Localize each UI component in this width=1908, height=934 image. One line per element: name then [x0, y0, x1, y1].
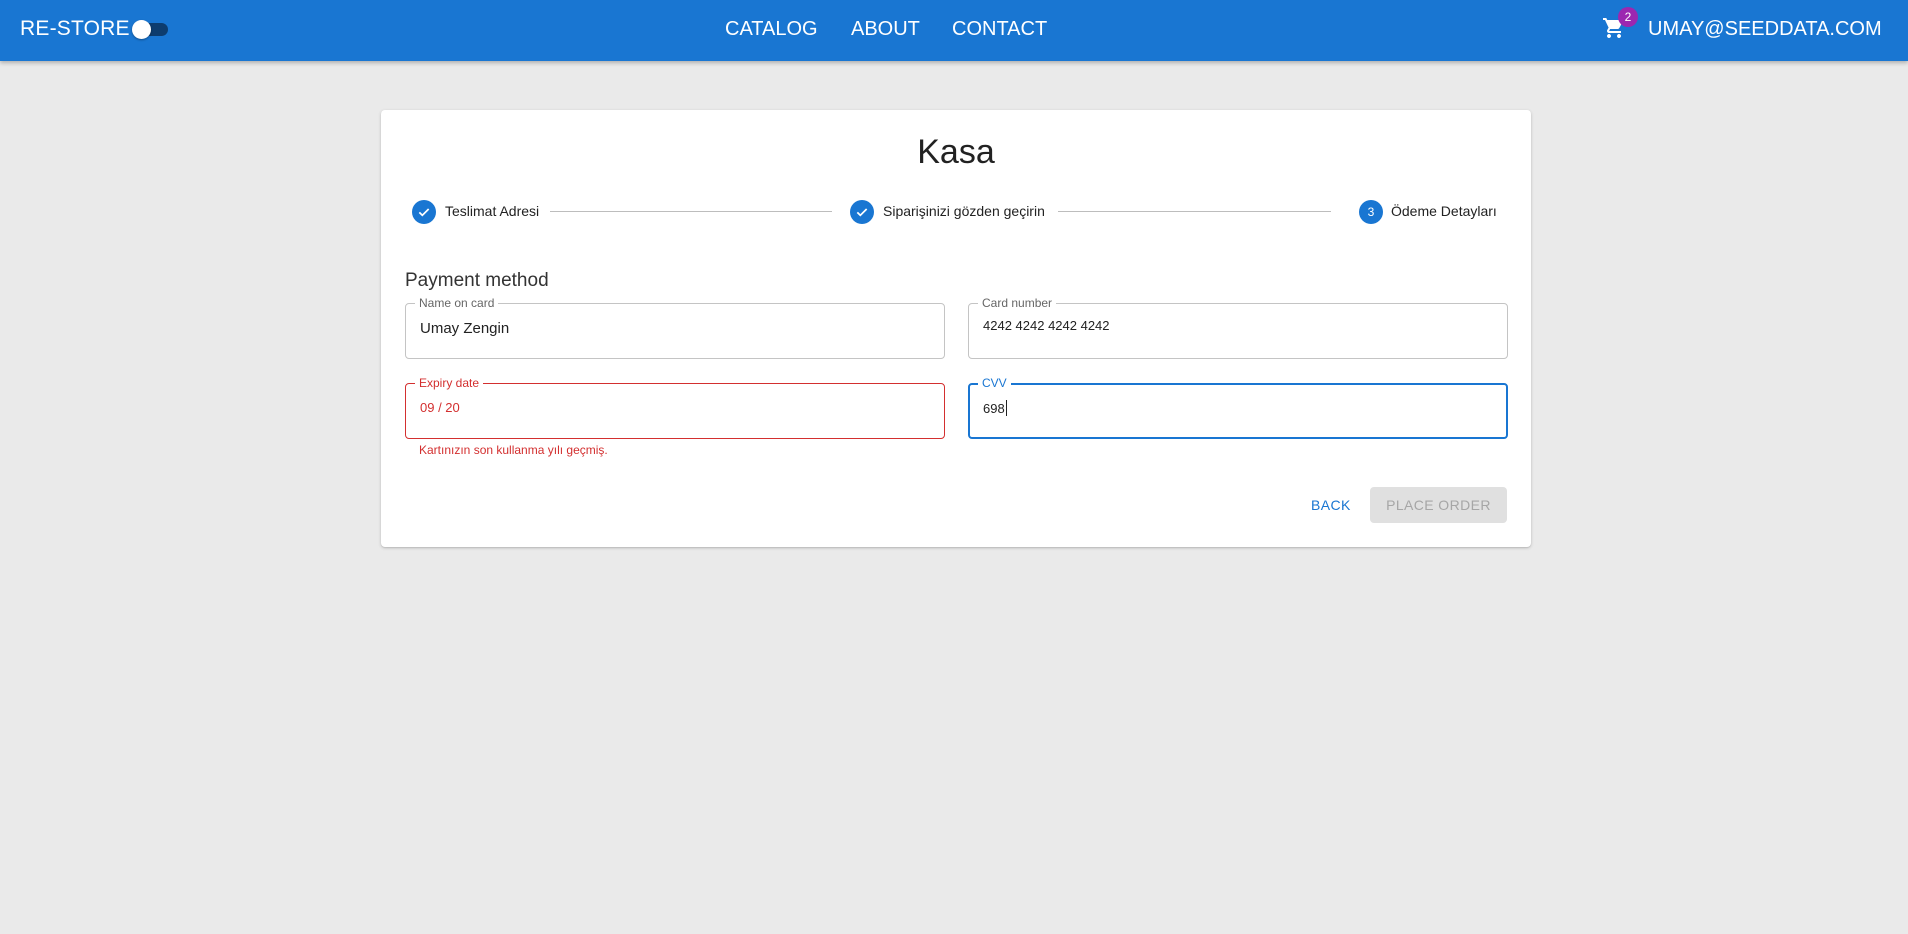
page-title: Kasa	[917, 133, 995, 171]
step-1-label: Teslimat Adresi	[445, 203, 540, 219]
step-3-label: Ödeme Detayları	[1391, 203, 1497, 219]
cvv-value: 698	[983, 401, 1005, 416]
back-button[interactable]: BACK	[1301, 487, 1361, 523]
cart-count-badge: 2	[1618, 7, 1638, 27]
name-on-card-input[interactable]: Umay Zengin	[420, 320, 509, 337]
expiry-date-label: Expiry date	[415, 376, 484, 390]
nav-about-link[interactable]: ABOUT	[851, 0, 920, 58]
cvv-label: CVV	[978, 376, 1011, 390]
cvv-input[interactable]: 698	[983, 400, 1007, 416]
cvv-field[interactable]: CVV 698	[968, 376, 1508, 439]
card-number-input[interactable]: 4242 4242 4242 4242	[983, 318, 1110, 333]
card-number-field[interactable]: Card number 4242 4242 4242 4242	[968, 296, 1508, 359]
user-menu[interactable]: UMAY@SEEDDATA.COM	[1648, 0, 1882, 58]
expiry-date-error-text: Kartınızın son kullanma yılı geçmiş.	[419, 443, 608, 457]
name-on-card-label: Name on card	[415, 296, 499, 310]
expiry-date-input[interactable]: 09 / 20	[420, 400, 460, 415]
nav-contact-link[interactable]: CONTACT	[952, 0, 1047, 58]
card-number-label: Card number	[978, 296, 1057, 310]
step-connector	[550, 211, 832, 212]
payment-method-heading: Payment method	[405, 270, 549, 291]
brand-title: RE-STORE	[20, 17, 130, 40]
step-1-check-icon	[412, 200, 436, 224]
theme-toggle-switch[interactable]	[132, 20, 170, 39]
step-2-label: Siparişinizi gözden geçirin	[883, 203, 1045, 219]
theme-toggle-thumb[interactable]	[132, 20, 151, 39]
checkout-card: Kasa Teslimat Adresi Siparişinizi gözden…	[381, 110, 1531, 547]
app-bar: RE-STORE CATALOG ABOUT CONTACT 2 UMAY@SE…	[0, 0, 1908, 61]
step-connector	[1058, 211, 1331, 212]
place-order-button[interactable]: PLACE ORDER	[1370, 487, 1507, 523]
nav-catalog-link[interactable]: CATALOG	[725, 0, 818, 58]
step-3-number-icon: 3	[1359, 200, 1383, 224]
expiry-date-field[interactable]: Expiry date 09 / 20	[405, 376, 945, 439]
step-2-check-icon	[850, 200, 874, 224]
name-on-card-field[interactable]: Name on card Umay Zengin	[405, 296, 945, 359]
text-caret	[1005, 400, 1007, 416]
